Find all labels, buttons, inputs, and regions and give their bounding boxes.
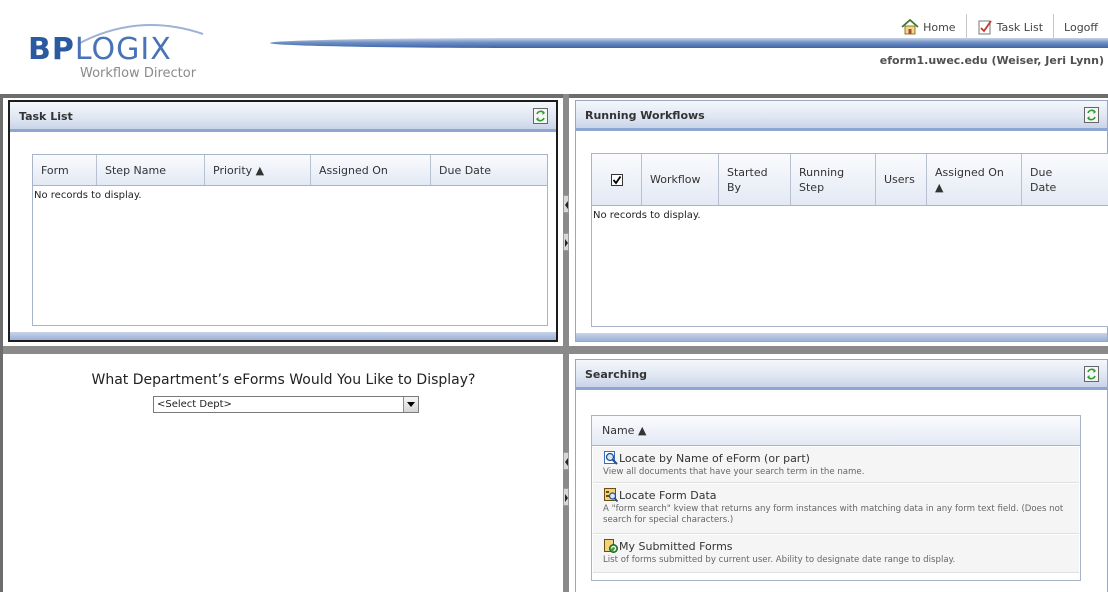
search-item-title: Locate by Name of eForm (or part): [619, 452, 810, 465]
col-workflow[interactable]: Workflow: [642, 154, 719, 205]
logo-logix-text: LOGIX: [74, 32, 172, 67]
running-workflows-empty-message: No records to display.: [593, 210, 701, 221]
logo-bp-text: BP: [28, 32, 75, 67]
task-list-icon: [978, 20, 992, 35]
task-list-panel-footer: [10, 332, 556, 340]
task-list-panel: Task List Form Step Name Priority ▲ Assi…: [8, 100, 558, 342]
splitter-expand-right-handle[interactable]: [563, 233, 569, 251]
submitted-forms-icon: [604, 539, 618, 553]
task-list-grid-header: Form Step Name Priority ▲ Assigned On Du…: [33, 155, 547, 186]
splitter-collapse-left-handle-bottom[interactable]: [563, 452, 569, 470]
select-all-checkbox[interactable]: [610, 173, 623, 186]
department-select-value: <Select Dept>: [157, 399, 232, 410]
col-assigned-on[interactable]: Assigned On ▲: [927, 154, 1022, 205]
nav-task-list-link[interactable]: Task List: [965, 14, 1053, 40]
search-item-locate-by-name[interactable]: Locate by Name of eForm (or part) View a…: [593, 447, 1079, 483]
vertical-splitter[interactable]: [563, 94, 569, 592]
nav-logoff-label: Logoff: [1064, 20, 1098, 34]
running-workflows-panel-footer: [576, 333, 1107, 341]
splitter-collapse-left-handle[interactable]: [563, 195, 569, 213]
running-workflows-title: Running Workflows: [585, 109, 705, 122]
chevron-down-icon[interactable]: [403, 397, 418, 412]
col-step-name[interactable]: Step Name: [97, 155, 205, 185]
bp-logix-logo: BPLOGIX Workflow Director: [28, 18, 298, 88]
form-search-icon: [604, 488, 618, 502]
running-workflows-panel: Running Workflows Workflow Started By Ru…: [575, 100, 1108, 342]
col-assigned-on[interactable]: Assigned On: [311, 155, 431, 185]
logo-subtitle: Workflow Director: [80, 66, 197, 81]
searching-grid-header: Name ▲: [592, 416, 1080, 446]
top-nav: Home Task List Logoff: [891, 14, 1108, 40]
frame-left-border: [0, 94, 3, 592]
frame-top-border: [0, 94, 1108, 98]
search-item-title: My Submitted Forms: [619, 540, 733, 553]
running-workflows-refresh-icon[interactable]: [1084, 107, 1099, 123]
search-item-description: View all documents that have your search…: [603, 467, 865, 477]
task-list-refresh-icon[interactable]: [533, 108, 548, 124]
header: BPLOGIX Workflow Director Home Task List: [0, 0, 1108, 94]
search-item-title: Locate Form Data: [619, 489, 717, 502]
horizontal-splitter[interactable]: [3, 346, 1108, 354]
department-select[interactable]: <Select Dept>: [153, 396, 419, 413]
splitter-expand-right-handle-bottom[interactable]: [563, 488, 569, 506]
col-started-by[interactable]: Started By: [719, 154, 791, 205]
nav-home-label: Home: [923, 20, 956, 34]
user-info: eform1.uwec.edu (Weiser, Jeri Lynn): [879, 54, 1104, 67]
col-due-date[interactable]: Due Date: [431, 155, 527, 185]
search-item-description: List of forms submitted by current user.…: [603, 555, 956, 565]
col-name[interactable]: Name ▲: [592, 416, 1080, 445]
magnifier-icon: [604, 451, 618, 465]
col-running-step[interactable]: Running Step: [791, 154, 876, 205]
search-item-my-submitted-forms[interactable]: My Submitted Forms List of forms submitt…: [593, 535, 1079, 573]
task-list-empty-message: No records to display.: [34, 190, 142, 201]
searching-refresh-icon[interactable]: [1084, 366, 1099, 382]
running-workflows-grid: Workflow Started By Running Step Users A…: [591, 153, 1108, 327]
col-due-date[interactable]: Due Date: [1022, 154, 1080, 205]
nav-task-list-label: Task List: [996, 20, 1044, 34]
nav-logoff-link[interactable]: Logoff: [1053, 14, 1108, 40]
searching-title: Searching: [585, 368, 648, 381]
task-list-title: Task List: [19, 110, 73, 123]
col-select-all[interactable]: [592, 154, 642, 205]
task-list-panel-header: Task List: [10, 102, 556, 132]
nav-home-link[interactable]: Home: [891, 14, 965, 40]
running-workflows-grid-header: Workflow Started By Running Step Users A…: [592, 154, 1108, 206]
home-icon: [901, 19, 919, 35]
running-workflows-panel-header: Running Workflows: [576, 101, 1107, 131]
search-item-locate-form-data[interactable]: Locate Form Data A "form search" kview t…: [593, 484, 1079, 534]
searching-panel: Searching Name ▲ Locate by Name of eForm…: [575, 359, 1108, 592]
col-priority[interactable]: Priority ▲: [205, 155, 311, 185]
department-question: What Department’s eForms Would You Like …: [91, 372, 476, 388]
searching-panel-header: Searching: [576, 360, 1107, 390]
searching-grid: Name ▲ Locate by Name of eForm (or part)…: [591, 415, 1081, 581]
app-window: BPLOGIX Workflow Director Home Task List: [0, 0, 1108, 592]
task-list-grid: Form Step Name Priority ▲ Assigned On Du…: [32, 154, 548, 326]
search-item-description: A "form search" kview that returns any f…: [603, 504, 1064, 525]
col-users[interactable]: Users: [876, 154, 927, 205]
col-form[interactable]: Form: [33, 155, 97, 185]
